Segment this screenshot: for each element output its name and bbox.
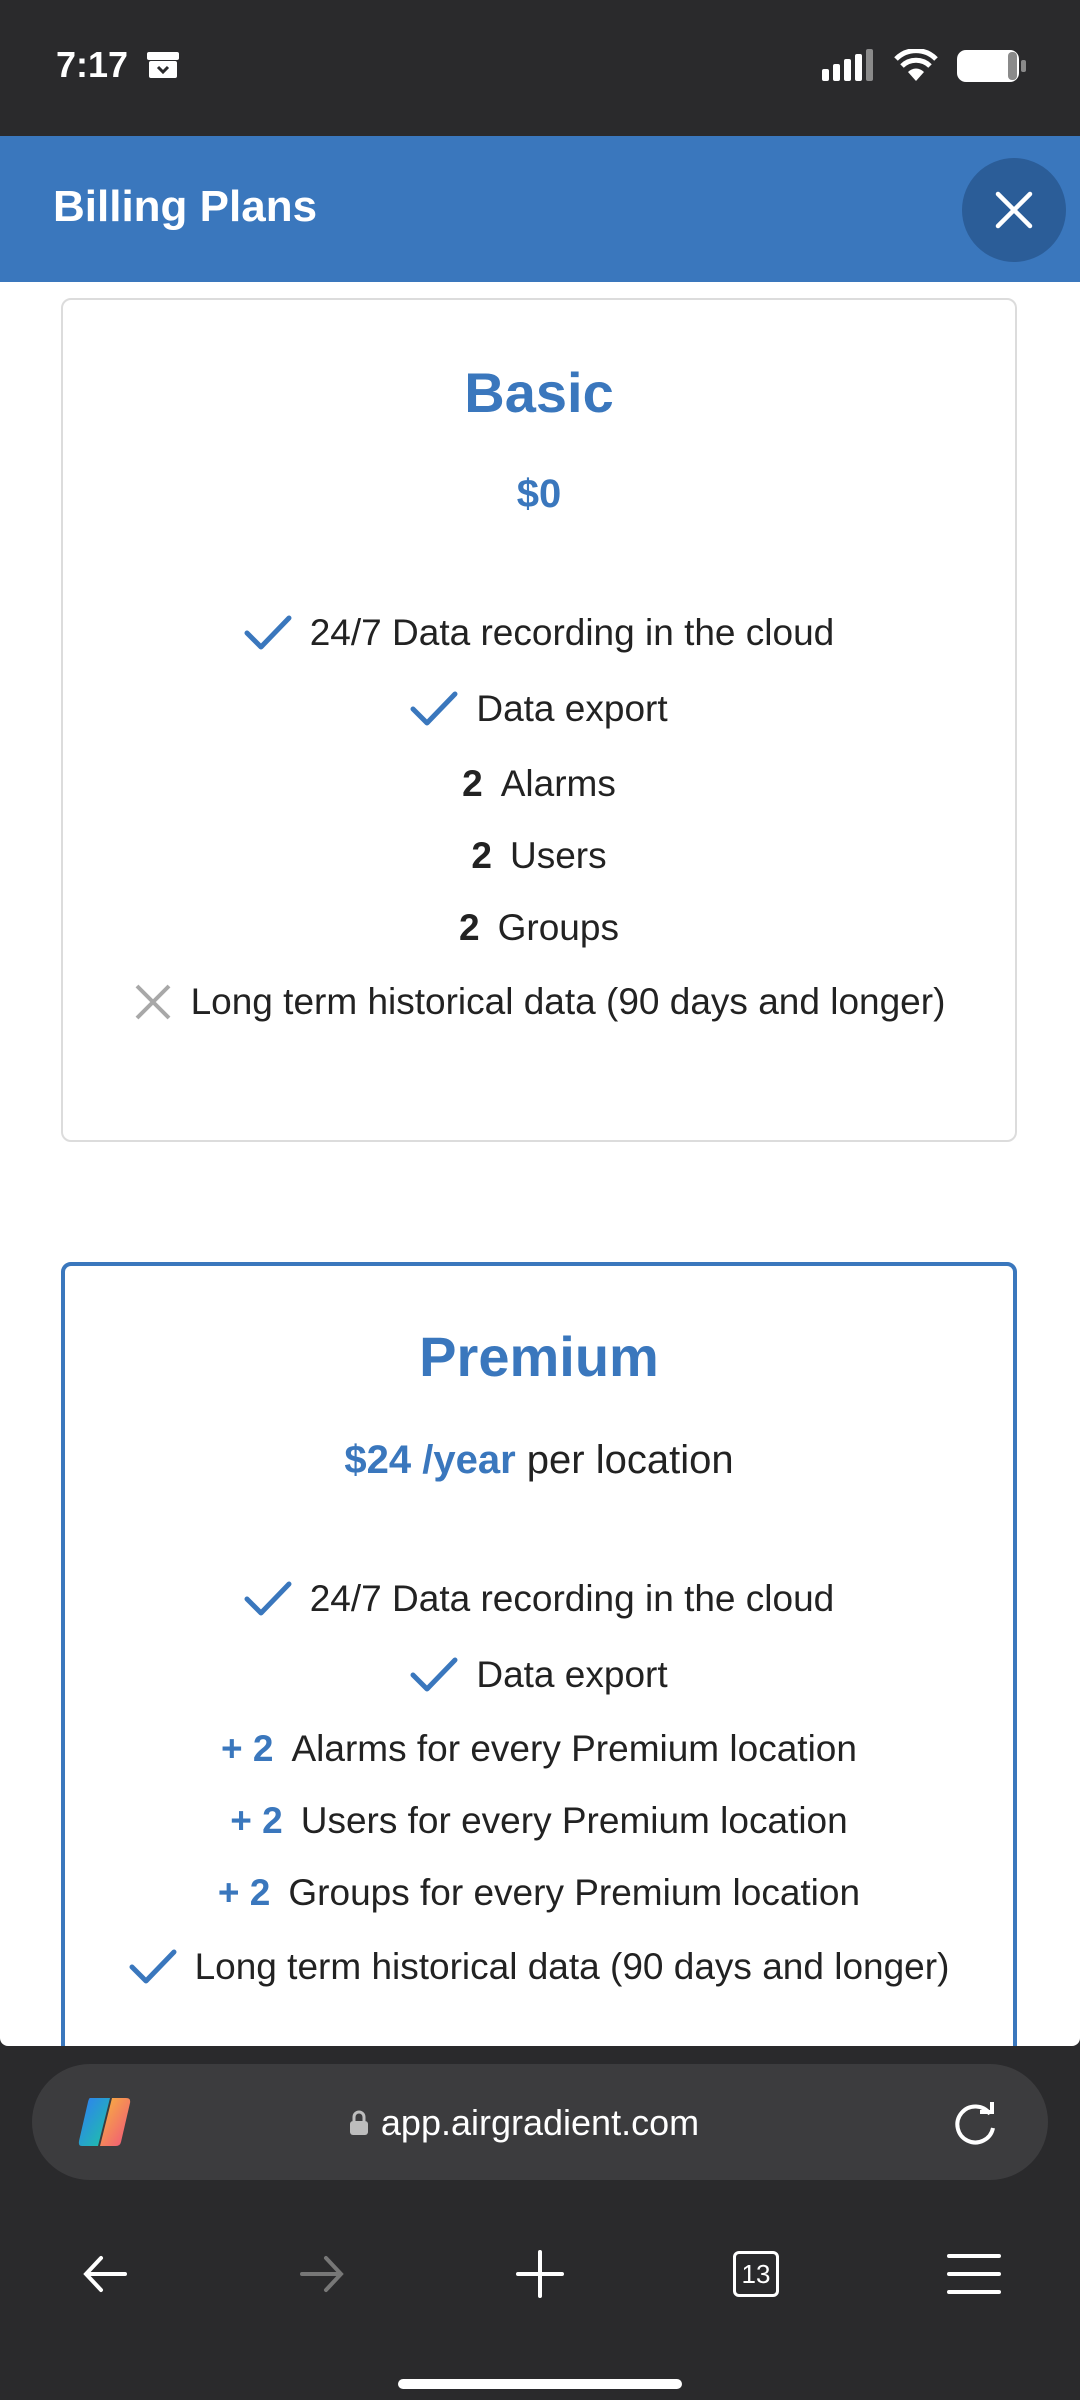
feature-qty: 2 [459,907,480,948]
check-icon [244,1581,292,1616]
page-title: Billing Plans [53,182,318,231]
reload-icon[interactable] [950,2100,1000,2150]
feature-item: 24/7 Data recording in the cloud [63,612,1015,654]
plan-name: Premium [419,1325,659,1388]
feature-item: Data export [63,688,1015,730]
close-button[interactable] [962,158,1066,262]
feature-qty: 2 [462,763,483,804]
feature-text: Alarms for every Premium location [291,1728,857,1769]
app-header: Billing Plans [0,136,1080,282]
new-tab-button[interactable] [490,2224,590,2324]
feature-qty: + 2 [221,1728,274,1769]
battery-icon [957,50,1026,82]
bottom-nav: 13 [0,2224,1080,2324]
forward-arrow-icon [300,2256,344,2292]
tab-count: 13 [733,2251,779,2297]
feature-text: Data export [476,1654,668,1695]
feature-item: + 2 Users for every Premium location [65,1800,1013,1842]
feature-item: 2 Groups [63,907,1015,949]
feature-item: Long term historical data (90 days and l… [63,981,1015,1023]
plan-price-suffix: per location [526,1438,734,1482]
feature-item: Data export [65,1654,1013,1696]
back-button[interactable] [55,2224,155,2324]
feature-qty: + 2 [217,1872,271,1913]
hamburger-icon [947,2254,1001,2294]
home-indicator[interactable] [398,2379,682,2389]
url-text: app.airgradient.com [380,2102,700,2143]
check-icon [244,615,292,650]
feature-item: Long term historical data (90 days and l… [65,1946,1013,1988]
wifi-icon [894,49,938,81]
archive-icon [145,50,181,85]
status-time: 7:17 [56,44,129,85]
feature-item: 24/7 Data recording in the cloud [65,1578,1013,1620]
feature-item: 2 Alarms [63,763,1015,805]
plan-card-basic[interactable]: Basic $0 24/7 Data recording in the clou… [61,298,1017,1142]
plus-icon [516,2250,564,2298]
check-icon [410,691,458,726]
feature-text: Groups for every Premium location [288,1872,861,1913]
plans-content[interactable]: Basic $0 24/7 Data recording in the clou… [0,282,1080,2046]
plan-name: Basic [464,361,614,424]
feature-qty: + 2 [230,1800,283,1841]
feature-text: Long term historical data (90 days and l… [194,1946,950,1987]
close-icon [995,191,1033,229]
tabs-button[interactable]: 13 [706,2224,806,2324]
plan-price: $0 [516,472,562,516]
plan-price-amount: $24 /year [344,1438,516,1482]
check-icon [410,1657,458,1692]
back-arrow-icon [83,2256,127,2292]
check-icon [129,1949,177,1984]
feature-text: Long term historical data (90 days and l… [190,981,946,1022]
status-bar: 7:17 [0,0,1080,136]
signal-icon [822,49,873,81]
feature-item: 2 Users [63,835,1015,877]
feature-text: Users [509,835,607,876]
feature-text: Alarms [500,763,616,804]
feature-item: + 2 Groups for every Premium location [65,1872,1013,1914]
browser-toolbar: app.airgradient.com 13 [0,2046,1080,2400]
status-icons [820,48,1028,84]
feature-item: + 2 Alarms for every Premium location [65,1728,1013,1770]
address-bar[interactable]: app.airgradient.com [32,2064,1048,2180]
feature-text: Groups [497,907,619,948]
plan-card-premium[interactable]: Premium $24 /year per location 24/7 Data… [61,1262,1017,2046]
feature-text: Data export [476,688,668,729]
feature-text: Users for every Premium location [300,1800,848,1841]
menu-button[interactable] [924,2224,1024,2324]
forward-button[interactable] [272,2224,372,2324]
feature-qty: 2 [471,835,492,876]
x-icon [135,984,170,1020]
feature-text: 24/7 Data recording in the cloud [309,1578,835,1619]
plan-price: $24 /year per location [65,1438,1013,1483]
feature-text: 24/7 Data recording in the cloud [309,612,835,653]
